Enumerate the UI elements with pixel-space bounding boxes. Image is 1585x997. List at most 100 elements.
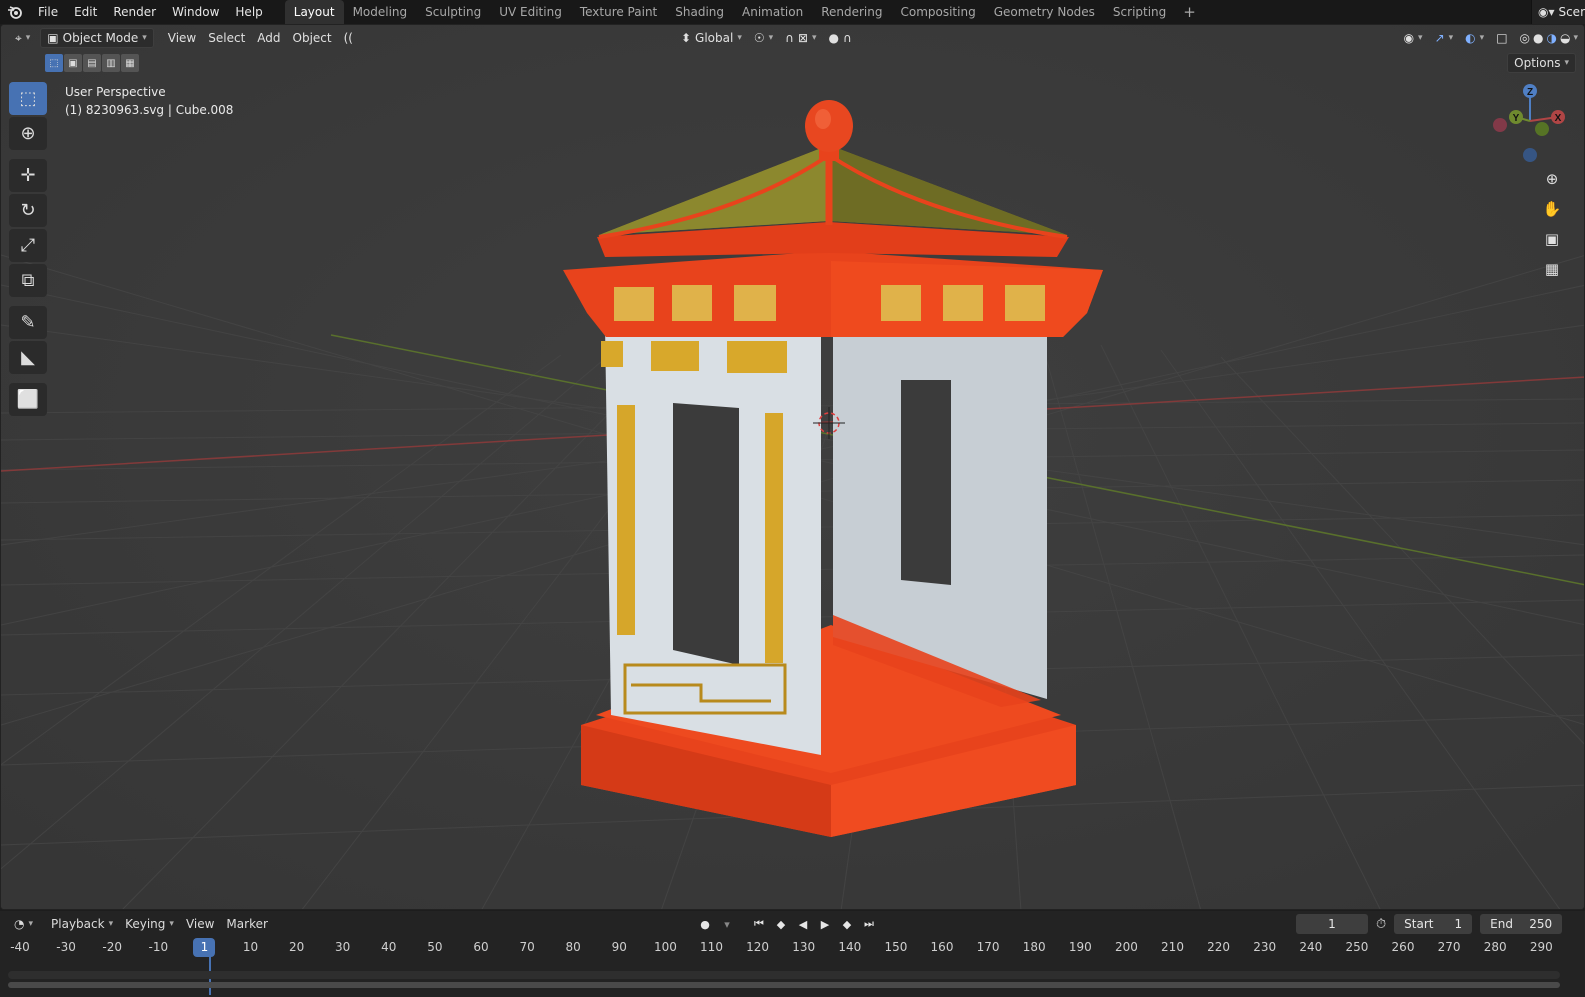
chevron-down-icon[interactable]: ▾ [1573, 33, 1578, 43]
ruler-tick: 290 [1529, 940, 1553, 954]
ruler-tick: 130 [792, 940, 816, 954]
orthographic-grid-icon[interactable]: ▦ [1538, 255, 1566, 283]
pavilion-model[interactable] [1, 25, 1585, 910]
editor-type-button[interactable]: ⌖ ▾ [9, 28, 36, 48]
tab-sculpting[interactable]: Sculpting [416, 0, 490, 24]
menu-select[interactable]: Select [202, 28, 251, 48]
chevron-down-icon: ▾ [1418, 33, 1423, 43]
current-frame-field[interactable]: 1 [1296, 914, 1368, 934]
tab-animation[interactable]: Animation [733, 0, 812, 24]
camera-icon[interactable]: ▣ [1538, 225, 1566, 253]
pivot-point-button[interactable]: ☉ ▾ [748, 28, 779, 48]
jump-end-icon[interactable]: ⏭ [860, 915, 878, 933]
top-menubar: File Edit Render Window Help Layout Mode… [0, 0, 1585, 24]
add-workspace-button[interactable]: + [1175, 0, 1204, 24]
start-frame-field[interactable]: Start 1 [1394, 914, 1473, 934]
select-new-icon[interactable]: ⬚ [45, 54, 63, 72]
frame-ruler[interactable]: -40 -30 -20 -10 1 10 20 30 40 50 60 70 80 90 100 110 120… [0, 937, 1585, 959]
next-keyframe-icon[interactable]: ◆ [838, 915, 856, 933]
navigation-gizmo[interactable]: Z X Y [1486, 81, 1566, 165]
select-extend-icon[interactable]: ▣ [64, 54, 82, 72]
ruler-tick: 70 [519, 940, 535, 954]
mode-dropdown[interactable]: ▣ Object Mode ▾ [40, 28, 154, 48]
zoom-icon[interactable]: ⊕ [1538, 165, 1566, 193]
3d-viewport[interactable]: ⌖ ▾ ▣ Object Mode ▾ View Select Add Objec… [0, 24, 1585, 910]
menu-help[interactable]: Help [227, 0, 270, 24]
solid-shading-icon[interactable]: ● [1533, 31, 1543, 45]
menu-timeline-view[interactable]: View [180, 914, 220, 934]
menu-marker[interactable]: Marker [220, 914, 273, 934]
menu-keying[interactable]: Keying ▾ [119, 914, 180, 934]
visibility-button[interactable]: ◉ ▾ [1398, 28, 1429, 48]
menu-window[interactable]: Window [164, 0, 227, 24]
menu-object[interactable]: Object [287, 28, 338, 48]
transform-orientation-dropdown[interactable]: ⬍ Global ▾ [675, 28, 748, 48]
ruler-tick: 170 [976, 940, 1000, 954]
proportional-icon: ● [828, 31, 840, 45]
menu-playback[interactable]: Playback ▾ [45, 914, 119, 934]
menu-edit[interactable]: Edit [66, 0, 105, 24]
add-cube-icon[interactable]: ⬜ [9, 383, 47, 416]
play-reverse-icon[interactable]: ◀ [794, 915, 812, 933]
snap-button[interactable]: ∩ ⊠ ▾ [779, 28, 822, 48]
blender-logo-icon[interactable] [0, 0, 30, 24]
chevron-down-icon: ▾ [768, 33, 774, 43]
select-subtract-icon[interactable]: ▤ [83, 54, 101, 72]
timeline-scrollbar[interactable] [8, 982, 1560, 988]
cursor-icon[interactable]: ⊕ [9, 117, 47, 150]
tab-uv-editing[interactable]: UV Editing [490, 0, 571, 24]
tab-shading[interactable]: Shading [666, 0, 733, 24]
chevron-down-icon[interactable]: ▾ [718, 915, 736, 933]
select-box-icon[interactable]: ⬚ [9, 82, 47, 115]
tab-geometry-nodes[interactable]: Geometry Nodes [985, 0, 1104, 24]
measure-icon[interactable]: ◣ [9, 341, 47, 374]
ruler-tick: 220 [1207, 940, 1231, 954]
record-icon[interactable]: ● [696, 915, 714, 933]
overlays-button[interactable]: ◐ ▾ [1459, 28, 1490, 48]
material-shading-icon[interactable]: ◑ [1547, 31, 1557, 45]
transform-icon[interactable]: ⧉ [9, 264, 47, 297]
xray-button[interactable]: □ [1490, 28, 1513, 48]
tab-scripting[interactable]: Scripting [1104, 0, 1175, 24]
tab-compositing[interactable]: Compositing [891, 0, 984, 24]
rotate-icon[interactable]: ↻ [9, 194, 47, 227]
timeline-editor[interactable]: ◔ ▾ Playback ▾ Keying ▾ View Marker ● ▾ ⏮ ◆… [0, 911, 1585, 997]
frame-range: 1 ⏱ Start 1 End 250 [1296, 914, 1563, 934]
tab-texture-paint[interactable]: Texture Paint [571, 0, 666, 24]
end-frame-field[interactable]: End 250 [1480, 914, 1563, 934]
tab-layout[interactable]: Layout [284, 0, 344, 24]
tool-shelf: ⬚ ⊕ ✛ ↻ ⤢ ⧉ ✎ ◣ ⬜ [9, 82, 49, 416]
timeline-editor-type-button[interactable]: ◔ ▾ [8, 914, 39, 934]
stopwatch-icon[interactable]: ⏱ [1376, 917, 1386, 932]
grease-pencil-icon[interactable]: (( [338, 28, 359, 48]
annotate-icon[interactable]: ✎ [9, 306, 47, 339]
scene-selector[interactable]: ◉▾ Scer [1530, 0, 1585, 24]
tab-modeling[interactable]: Modeling [344, 0, 417, 24]
prev-keyframe-icon[interactable]: ◆ [772, 915, 790, 933]
jump-start-icon[interactable]: ⏮ [750, 915, 768, 933]
menu-file[interactable]: File [30, 0, 66, 24]
menu-render[interactable]: Render [105, 0, 164, 24]
ruler-tick: 100 [653, 940, 677, 954]
options-dropdown[interactable]: Options ▾ [1507, 53, 1576, 73]
ruler-tick: 240 [1299, 940, 1323, 954]
ruler-tick: -30 [56, 940, 76, 954]
timeline-track[interactable] [8, 971, 1560, 979]
xray-icon: □ [1496, 31, 1508, 45]
proportional-edit-button[interactable]: ● ∩ [823, 28, 858, 48]
rendered-shading-icon[interactable]: ◒ [1560, 31, 1570, 45]
scale-icon[interactable]: ⤢ [9, 229, 47, 262]
tab-rendering[interactable]: Rendering [812, 0, 891, 24]
move-icon[interactable]: ✛ [9, 159, 47, 192]
pan-hand-icon[interactable]: ✋ [1538, 195, 1566, 223]
gizmo-toggle-button[interactable]: ↗ ▾ [1429, 28, 1460, 48]
ruler-tick: -40 [10, 940, 30, 954]
select-intersect-icon[interactable]: ▦ [121, 54, 139, 72]
chevron-down-icon: ▾ [812, 33, 817, 43]
play-icon[interactable]: ▶ [816, 915, 834, 933]
menu-view[interactable]: View [162, 28, 202, 48]
menu-add[interactable]: Add [251, 28, 286, 48]
select-invert-icon[interactable]: ▥ [102, 54, 120, 72]
ruler-tick: 160 [930, 940, 954, 954]
wireframe-shading-icon[interactable]: ◎ [1520, 31, 1530, 45]
